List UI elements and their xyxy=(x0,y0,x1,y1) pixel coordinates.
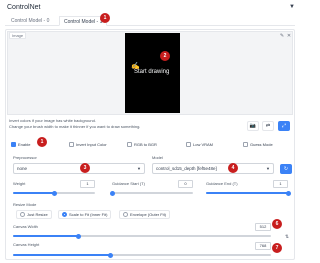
checkbox-checked-icon xyxy=(11,142,16,147)
radio-selected-icon xyxy=(62,212,67,217)
preprocessor-label: Preprocessor xyxy=(13,155,37,160)
annotation-badge: 6 xyxy=(272,219,282,229)
guidance-end-input[interactable]: 1 xyxy=(273,180,288,188)
caret-down-icon[interactable]: ▼ xyxy=(289,4,295,10)
radio-label: Just Resize xyxy=(27,212,48,217)
radio-icon xyxy=(123,212,128,217)
new-canvas-icon[interactable]: ⤢ xyxy=(278,121,290,131)
help-text-brush: Change your brush width to make it thinn… xyxy=(9,124,141,129)
invert-input-color-checkbox[interactable]: Invert Input Color xyxy=(69,141,107,148)
weight-input[interactable]: 1 xyxy=(80,180,95,188)
guess-mode-checkbox[interactable]: Guess Mode xyxy=(243,141,273,148)
annotation-badge: 2 xyxy=(160,51,170,61)
guidance-start-slider-track[interactable] xyxy=(112,192,193,194)
canvas-width-slider-thumb[interactable] xyxy=(76,233,81,239)
edit-icon[interactable]: ✎ xyxy=(279,33,285,39)
enable-label: Enable xyxy=(18,142,31,147)
checkbox-icon xyxy=(127,142,132,147)
tab-control-model-0[interactable]: Control Model - 0 xyxy=(7,16,53,26)
canvas-width-label: Canvas Width xyxy=(13,224,38,229)
weight-slider-thumb[interactable] xyxy=(52,190,57,196)
guidance-start-slider-thumb[interactable] xyxy=(110,190,115,196)
annotation-badge: 4 xyxy=(228,163,238,173)
annotation-badge: 3 xyxy=(80,163,90,173)
canvas-width-input[interactable]: 512 xyxy=(255,223,271,231)
model-label: Model xyxy=(152,155,163,160)
annotation-badge: 1 xyxy=(37,137,47,147)
swap-icon[interactable]: ⇄ xyxy=(262,121,274,131)
preprocessor-value: none xyxy=(17,166,28,171)
help-text-invert: Invert colors if your image has white ba… xyxy=(9,118,96,123)
radio-label: Envelope (Outer Fit) xyxy=(130,212,167,217)
rgb-bgr-label: RGB to BGR xyxy=(134,142,157,147)
section-title: ControlNet xyxy=(7,4,41,11)
guidance-end-slider-thumb[interactable] xyxy=(286,190,291,196)
low-vram-label: Low VRAM xyxy=(193,142,214,147)
start-drawing-text: Start drawing xyxy=(134,69,170,75)
rgb-to-bgr-checkbox[interactable]: RGB to BGR xyxy=(127,141,157,148)
guidance-start-input[interactable]: 0 xyxy=(178,180,193,188)
guidance-end-slider-fill xyxy=(206,192,288,194)
image-label: Image xyxy=(9,32,27,39)
weight-slider-fill xyxy=(13,192,54,194)
annotation-badge: 1 xyxy=(100,13,110,23)
low-vram-checkbox[interactable]: Low VRAM xyxy=(186,141,213,148)
radio-scale-to-fit[interactable]: Scale to Fit (Inner Fit) xyxy=(58,210,112,219)
preprocessor-select[interactable]: none ▼ xyxy=(13,163,145,174)
invert-label: Invert Input Color xyxy=(76,142,107,147)
swap-dimensions-icon[interactable]: ⇅ xyxy=(284,234,290,240)
close-icon[interactable]: ✕ xyxy=(286,33,292,39)
checkbox-icon xyxy=(186,142,191,147)
model-value: control_sd15_depth [fef5e48e] xyxy=(156,166,217,171)
checkbox-icon xyxy=(243,142,248,147)
guidance-end-label: Guidance End (T) xyxy=(206,181,238,186)
canvas-height-slider-fill xyxy=(13,254,110,256)
radio-just-resize[interactable]: Just Resize xyxy=(16,210,52,219)
refresh-icon[interactable]: ↻ xyxy=(280,164,292,174)
chevron-down-icon: ▼ xyxy=(266,166,270,171)
options-row: Enable Invert Input Color RGB to BGR Low… xyxy=(9,141,294,150)
canvas-width-slider-fill xyxy=(13,235,78,237)
radio-label: Scale to Fit (Inner Fit) xyxy=(69,212,108,217)
guess-mode-label: Guess Mode xyxy=(250,142,273,147)
canvas-height-label: Canvas Height xyxy=(13,242,40,247)
guidance-start-label: Guidance Start (T) xyxy=(112,181,145,186)
radio-icon xyxy=(20,212,25,217)
weight-label: Weight xyxy=(13,181,26,186)
resize-mode-label: Resize Mode xyxy=(13,202,37,207)
enable-checkbox[interactable]: Enable xyxy=(11,141,30,148)
canvas-height-slider-thumb[interactable] xyxy=(108,252,113,258)
chevron-down-icon: ▼ xyxy=(137,166,141,171)
model-tabs: Control Model - 0 Control Model - 1 xyxy=(5,14,295,26)
model-select[interactable]: control_sd15_depth [fef5e48e] ▼ xyxy=(152,163,274,174)
camera-icon[interactable]: 📷 xyxy=(247,121,259,131)
canvas-height-input[interactable]: 768 xyxy=(255,242,271,250)
radio-envelope[interactable]: Envelope (Outer Fit) xyxy=(119,210,171,219)
annotation-badge: 7 xyxy=(272,243,282,253)
checkbox-icon xyxy=(69,142,74,147)
